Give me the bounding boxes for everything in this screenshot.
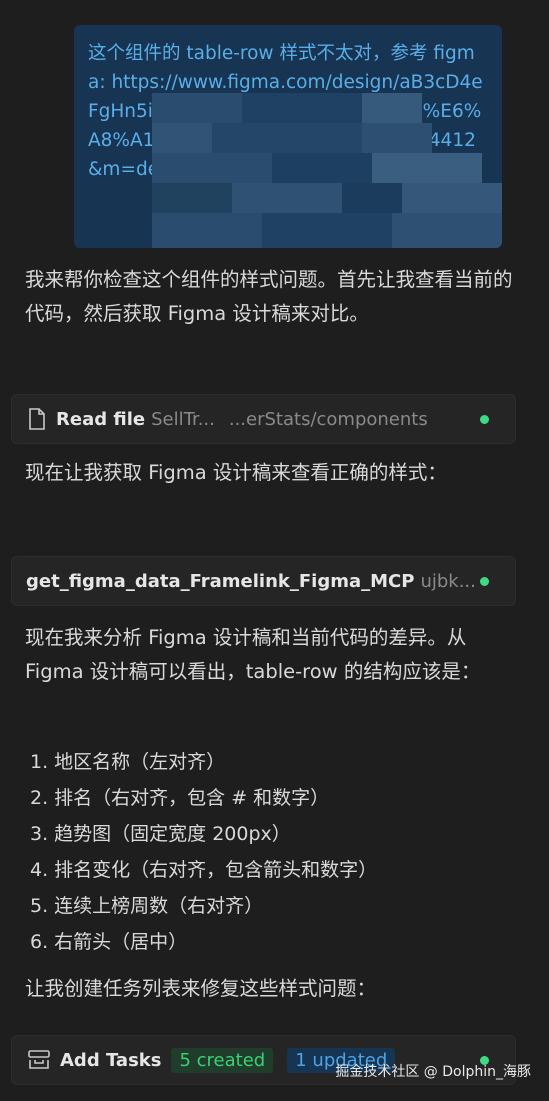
assistant-paragraph-1: 我来帮你检查这个组件的样式问题。首先让我查看当前的代码，然后获取 Figma 设… bbox=[25, 268, 513, 325]
created-badge: 5 created bbox=[171, 1047, 274, 1073]
redaction-mosaic bbox=[152, 93, 502, 248]
list-item: 3. 趋势图（固定宽度 200px） bbox=[30, 823, 291, 845]
tool-card-figma-mcp[interactable]: get_figma_data_Framelink_Figma_MCP ujbk.… bbox=[11, 556, 516, 606]
tool-detail: ujbk... bbox=[420, 570, 476, 592]
tool-card-read-file[interactable]: Read file SellTr... ...erStats/component… bbox=[11, 394, 516, 444]
tool-path: ...erStats/components bbox=[228, 408, 428, 430]
structure-list: 1. 地区名称（左对齐） 2. 排名（右对齐，包含 # 和数字） 3. 趋势图（… bbox=[30, 744, 377, 960]
tasks-icon bbox=[28, 1050, 50, 1070]
user-message-bubble: 这个组件的 table-row 样式不太对，参考 figma: https://… bbox=[74, 25, 502, 248]
list-item: 2. 排名（右对齐，包含 # 和数字） bbox=[30, 787, 330, 809]
status-dot bbox=[480, 415, 489, 424]
watermark: 掘金技术社区 @ Dolphin_海豚 bbox=[335, 1064, 531, 1080]
list-item: 1. 地区名称（左对齐） bbox=[30, 751, 226, 773]
assistant-paragraph-2: 现在让我获取 Figma 设计稿来查看正确的样式： bbox=[25, 461, 447, 484]
status-dot bbox=[480, 577, 489, 586]
tool-name: Add Tasks bbox=[60, 1049, 162, 1071]
tool-name: Read file bbox=[56, 408, 146, 430]
assistant-paragraph-4: 让我创建任务列表来修复这些样式问题： bbox=[25, 977, 377, 1000]
file-icon bbox=[28, 408, 46, 430]
list-item: 5. 连续上榜周数（右对齐） bbox=[30, 895, 264, 917]
list-item: 4. 排名变化（右对齐，包含箭头和数字） bbox=[30, 859, 378, 881]
assistant-paragraph-3: 现在我来分析 Figma 设计稿和当前代码的差异。从 Figma 设计稿可以看出… bbox=[25, 626, 481, 683]
tool-name: get_figma_data_Framelink_Figma_MCP bbox=[26, 570, 415, 592]
tool-detail: SellTr... bbox=[151, 408, 215, 430]
list-item: 6. 右箭头（居中） bbox=[30, 931, 188, 953]
